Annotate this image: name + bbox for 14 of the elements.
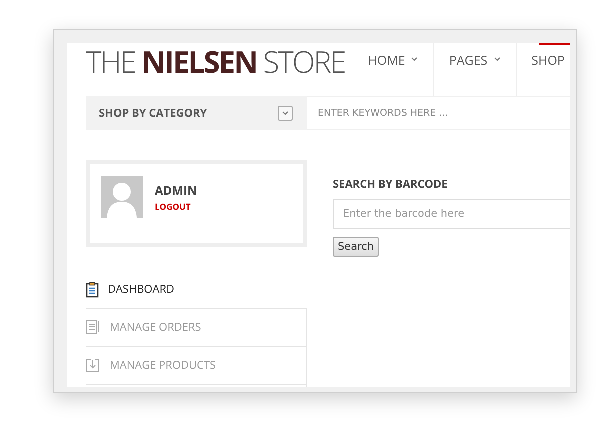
document-icon xyxy=(86,320,101,335)
user-name: ADMIN xyxy=(155,182,198,199)
search-button[interactable]: Search xyxy=(333,237,380,257)
section-title: SEARCH BY BARCODE xyxy=(333,177,449,192)
nav-link[interactable]: HOME xyxy=(345,43,434,96)
download-box-icon xyxy=(86,358,101,373)
keyword-search-field[interactable]: ENTER KEYWORDS HERE ... xyxy=(307,96,570,130)
clipboard-icon xyxy=(86,282,99,298)
dropdown-icon xyxy=(278,106,293,120)
store-logo[interactable]: THE NIELSEN STORE xyxy=(86,45,346,96)
category-dropdown[interactable]: SHOP BY CATEGORY xyxy=(86,96,307,130)
logout-link[interactable]: LOGOUT xyxy=(155,202,198,213)
barcode-field[interactable]: Enter the barcode here xyxy=(333,199,570,229)
menu-item[interactable]: DASHBOARD xyxy=(86,271,307,309)
